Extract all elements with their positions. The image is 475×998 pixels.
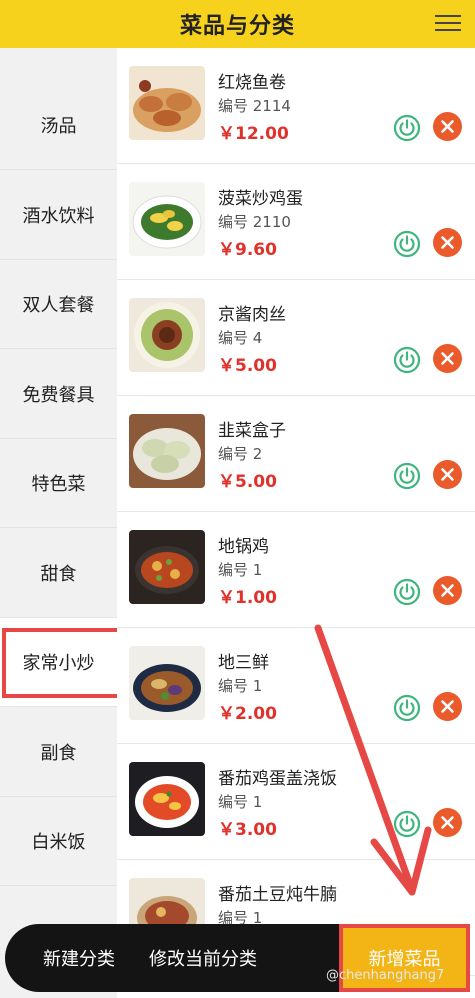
- list-item[interactable]: 红烧鱼卷 编号 2114 ￥12.00: [117, 48, 475, 164]
- edit-category-button[interactable]: 修改当前分类: [149, 924, 257, 992]
- sidebar-item-sides[interactable]: 副食: [0, 708, 117, 797]
- dish-name: 番茄鸡蛋盖浇饭: [218, 769, 337, 789]
- dish-image: [129, 530, 205, 604]
- dish-image: [129, 414, 205, 488]
- dish-price: ￥2.00: [218, 704, 277, 724]
- dish-image: [129, 298, 205, 372]
- dish-image: [129, 182, 205, 256]
- dish-price: ￥3.00: [218, 820, 277, 840]
- list-item[interactable]: 菠菜炒鸡蛋 编号 2110 ￥9.60: [117, 164, 475, 280]
- dish-code: 编号 1: [218, 561, 263, 579]
- dish-code: 编号 1: [218, 677, 263, 695]
- list-item[interactable]: 京酱肉丝 编号 4 ￥5.00: [117, 280, 475, 396]
- category-sidebar: 汤品 酒水饮料 双人套餐 免费餐具 特色菜 甜食 家常小炒 副食 白米饭: [0, 48, 117, 998]
- dish-name: 番茄土豆炖牛腩: [218, 885, 337, 905]
- power-toggle-icon[interactable]: [393, 346, 421, 374]
- page-title: 菜品与分类: [179, 14, 295, 39]
- sidebar-item-rice[interactable]: 白米饭: [0, 797, 117, 886]
- watermark-text: @chenhanghang7: [326, 968, 445, 983]
- delete-icon[interactable]: [433, 228, 462, 257]
- sidebar-item-dessert[interactable]: 甜食: [0, 529, 117, 618]
- delete-icon[interactable]: [433, 808, 462, 837]
- dish-price: ￥1.00: [218, 588, 277, 608]
- sidebar-item-soup[interactable]: 汤品: [0, 81, 117, 170]
- dish-image: [129, 762, 205, 836]
- delete-icon[interactable]: [433, 692, 462, 721]
- selected-category-highlight: [2, 628, 122, 698]
- list-item[interactable]: 地三鲜 编号 1 ￥2.00: [117, 628, 475, 744]
- dish-name: 京酱肉丝: [218, 305, 286, 325]
- dish-name: 韭菜盒子: [218, 421, 286, 441]
- dish-code: 编号 2110: [218, 213, 291, 231]
- delete-icon[interactable]: [433, 344, 462, 373]
- power-toggle-icon[interactable]: [393, 230, 421, 258]
- dish-image: [129, 66, 205, 140]
- power-toggle-icon[interactable]: [393, 578, 421, 606]
- sidebar-item-specialty[interactable]: 特色菜: [0, 439, 117, 528]
- power-toggle-icon[interactable]: [393, 114, 421, 142]
- dish-list: 红烧鱼卷 编号 2114 ￥12.00 菠菜炒鸡蛋 编号 2110 ￥9.60 …: [117, 48, 475, 998]
- list-item[interactable]: 地锅鸡 编号 1 ￥1.00: [117, 512, 475, 628]
- sidebar-item-double-set[interactable]: 双人套餐: [0, 260, 117, 349]
- power-toggle-icon[interactable]: [393, 462, 421, 490]
- delete-icon[interactable]: [433, 460, 462, 489]
- dish-name: 菠菜炒鸡蛋: [218, 189, 303, 209]
- power-toggle-icon[interactable]: [393, 810, 421, 838]
- header-bar: 菜品与分类: [0, 0, 475, 48]
- dish-code: 编号 2: [218, 445, 263, 463]
- power-toggle-icon[interactable]: [393, 694, 421, 722]
- dish-name: 地锅鸡: [218, 537, 269, 557]
- sidebar-item-free-tableware[interactable]: 免费餐具: [0, 350, 117, 439]
- dish-code: 编号 2114: [218, 97, 291, 115]
- dish-name: 红烧鱼卷: [218, 73, 286, 93]
- dish-price: ￥5.00: [218, 356, 277, 376]
- dish-price: ￥5.00: [218, 472, 277, 492]
- list-item[interactable]: 番茄鸡蛋盖浇饭 编号 1 ￥3.00: [117, 744, 475, 860]
- hamburger-menu-icon[interactable]: [435, 10, 461, 36]
- dish-code: 编号 1: [218, 793, 263, 811]
- delete-icon[interactable]: [433, 112, 462, 141]
- dish-code: 编号 4: [218, 329, 263, 347]
- dish-image: [129, 646, 205, 720]
- sidebar-item-drinks[interactable]: 酒水饮料: [0, 171, 117, 260]
- new-category-button[interactable]: 新建分类: [43, 924, 115, 992]
- dish-price: ￥12.00: [218, 124, 289, 144]
- list-item[interactable]: 韭菜盒子 编号 2 ￥5.00: [117, 396, 475, 512]
- dish-price: ￥9.60: [218, 240, 277, 260]
- delete-icon[interactable]: [433, 576, 462, 605]
- dish-name: 地三鲜: [218, 653, 269, 673]
